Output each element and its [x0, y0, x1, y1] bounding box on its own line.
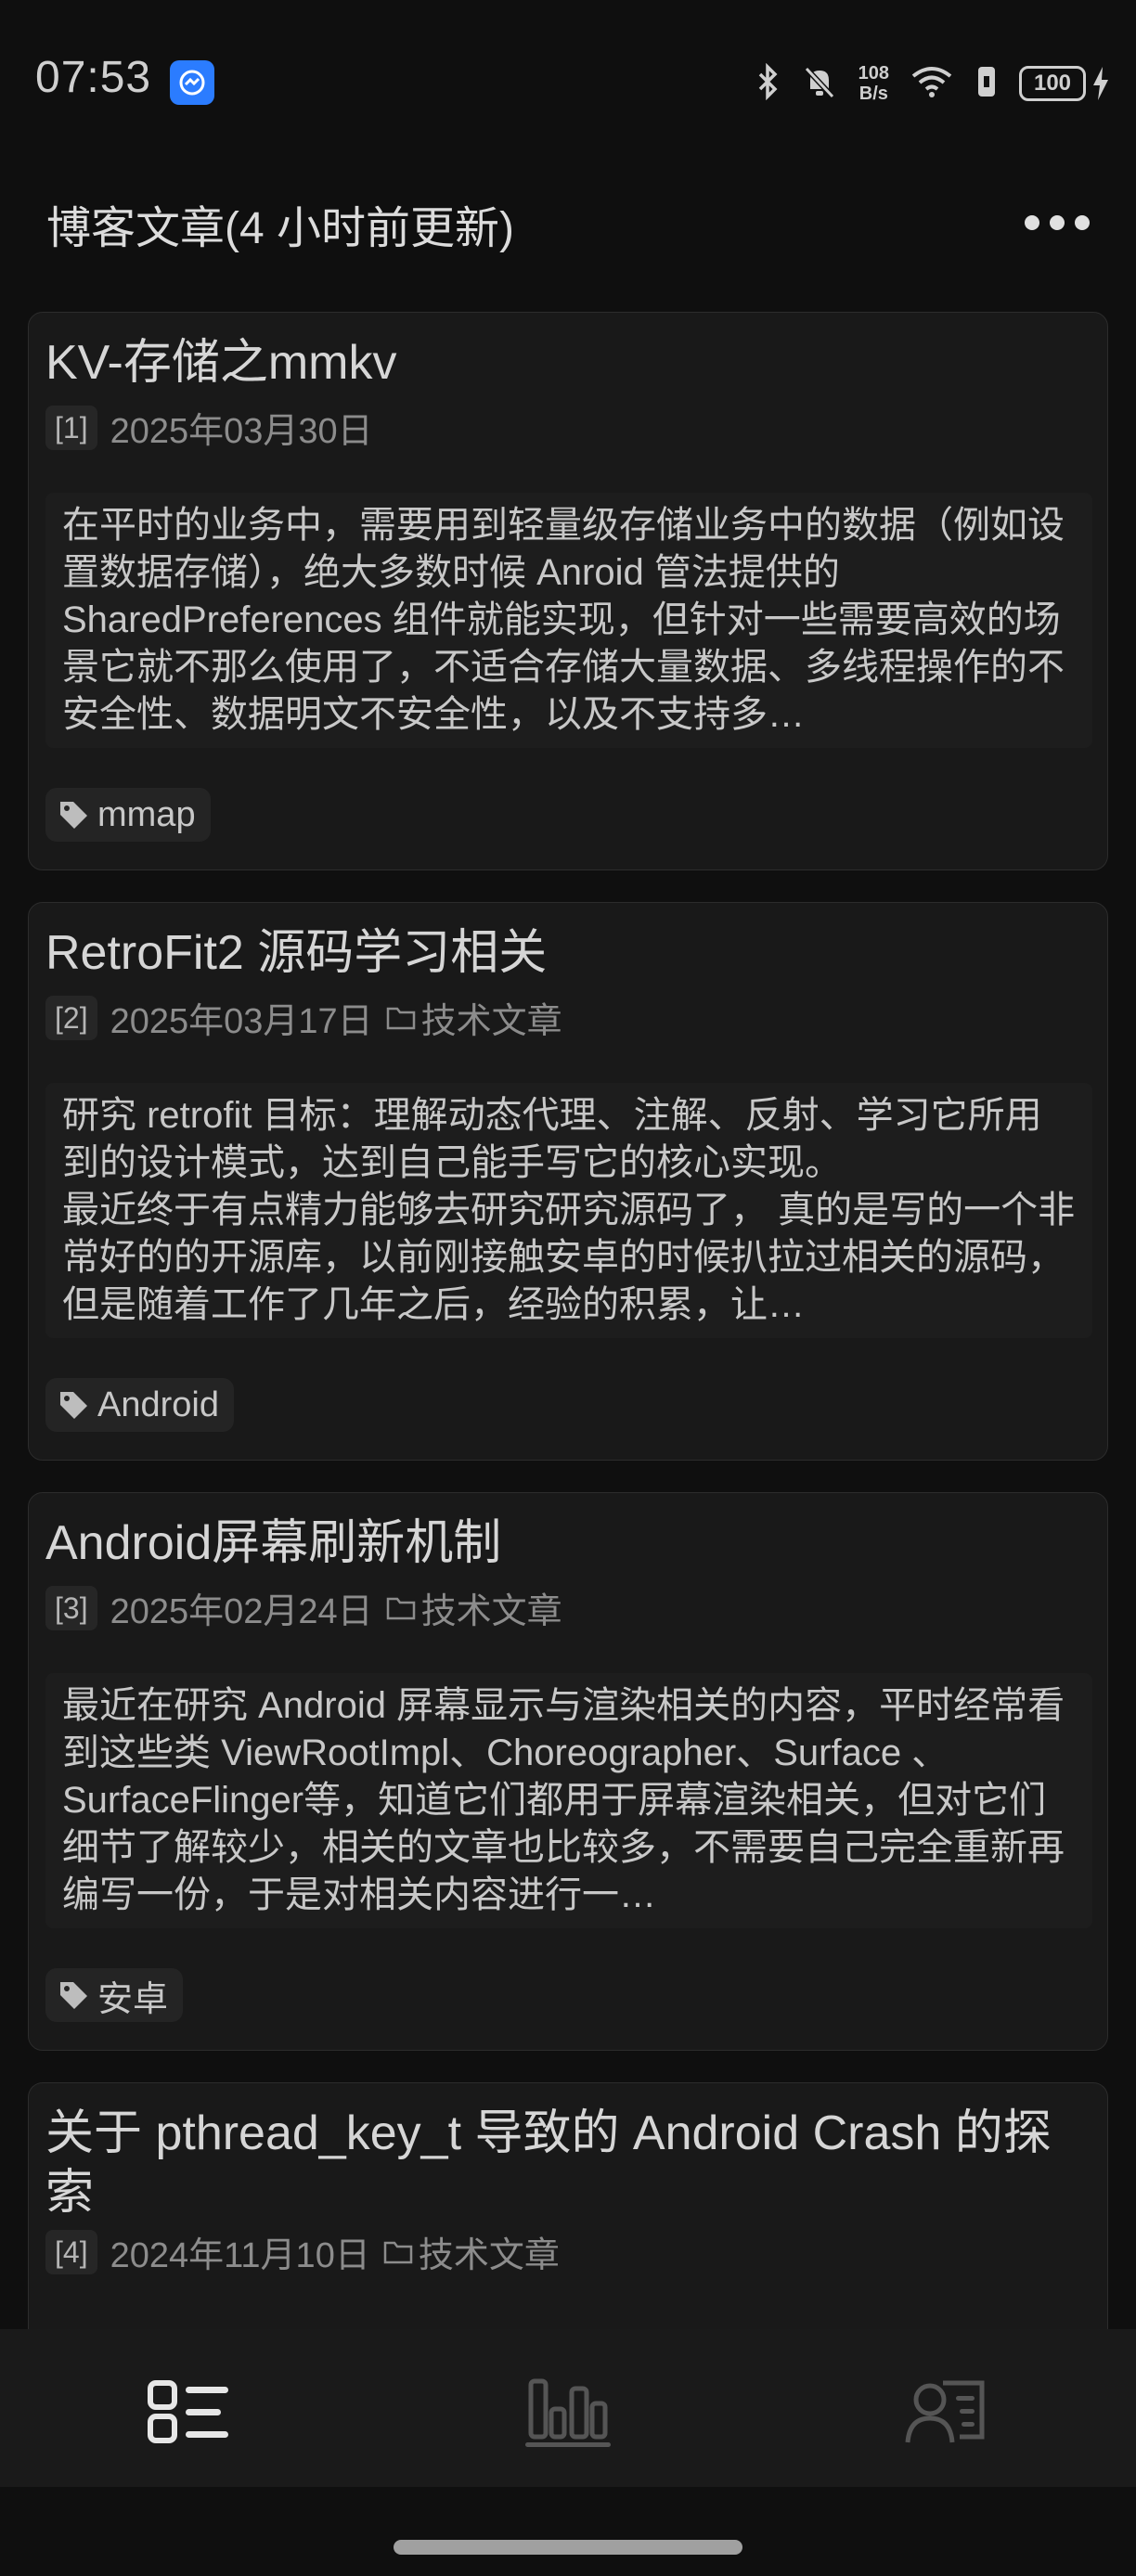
- post-title: 关于 pthread_key_t 导致的 Android Crash 的探索: [45, 2106, 1052, 2220]
- post-card[interactable]: RetroFit2 源码学习相关 [2] 2025年03月17日 技术文章 研究…: [28, 902, 1108, 1461]
- home-indicator[interactable]: [394, 2540, 742, 2555]
- more-options-button[interactable]: [1025, 204, 1090, 241]
- post-meta: [4] 2024年11月10日 技术文章: [45, 2226, 560, 2277]
- tag-chip[interactable]: mmap: [45, 788, 211, 842]
- gesture-area: [0, 2487, 1136, 2576]
- post-category-label: 技术文章: [420, 1002, 562, 1041]
- profile-icon: [905, 2380, 985, 2443]
- post-title: KV-存储之mmkv: [45, 336, 397, 390]
- more-dot-icon: [1025, 215, 1039, 230]
- post-category: 技术文章: [386, 992, 562, 1043]
- app-header: 博客文章(4 小时前更新): [0, 176, 1136, 269]
- post-category-label: 技术文章: [420, 1592, 562, 1631]
- bar-chart-icon: [525, 2378, 611, 2447]
- tag-label: Android: [97, 1385, 219, 1424]
- page-title: 博客文章(4 小时前更新): [46, 204, 515, 253]
- post-category-label: 技术文章: [418, 2236, 560, 2275]
- bluetooth-icon: [756, 62, 781, 105]
- more-dot-icon: [1050, 215, 1065, 230]
- bottom-navigation: [0, 2329, 1136, 2487]
- charging-icon: [1093, 67, 1108, 100]
- post-meta: [2] 2025年03月17日 技术文章: [45, 992, 562, 1043]
- post-index: [4]: [45, 2229, 97, 2274]
- network-speed: 108 B/s: [858, 63, 889, 104]
- list-icon: [148, 2380, 228, 2443]
- post-date: 2025年03月17日: [110, 1002, 373, 1041]
- status-icons: 108 B/s 100: [756, 58, 1110, 109]
- tag-label: 安卓: [97, 1979, 169, 2019]
- folder-icon: [386, 1007, 415, 1029]
- tag-chip[interactable]: 安卓: [45, 1968, 184, 2022]
- post-date: 2024年11月10日: [110, 2236, 370, 2275]
- app-notification-icon: [170, 60, 214, 105]
- post-summary: 研究 retrofit 目标：理解动态代理、注解、反射、学习它所用到的设计模式，…: [45, 1083, 1092, 1338]
- tag-label: mmap: [97, 794, 196, 834]
- tag-icon: [60, 1392, 87, 1419]
- vibrate-icon: [975, 63, 999, 105]
- post-date: 2025年02月24日: [110, 1592, 373, 1631]
- tag-icon: [60, 802, 87, 829]
- nav-profile[interactable]: [882, 2366, 1012, 2459]
- post-summary: 最近在研究 Android 屏幕显示与渲染相关的内容，平时经常看到这些类 Vie…: [45, 1673, 1092, 1928]
- post-category: 技术文章: [383, 2226, 560, 2277]
- post-summary: 在平时的业务中，需要用到轻量级存储业务中的数据（例如设置数据存储），绝大多数时候…: [45, 493, 1092, 748]
- post-category: 技术文章: [386, 1582, 562, 1633]
- post-meta: [3] 2025年02月24日 技术文章: [45, 1582, 562, 1633]
- tag-icon: [60, 1982, 87, 2009]
- nav-articles[interactable]: [124, 2366, 254, 2459]
- wifi-icon: [910, 63, 954, 105]
- status-time: 07:53: [35, 53, 152, 102]
- post-title: Android屏幕刷新机制: [45, 1516, 502, 1570]
- tag-chip[interactable]: Android: [45, 1378, 234, 1432]
- folder-icon: [386, 1597, 415, 1619]
- post-date: 2025年03月30日: [110, 412, 373, 451]
- post-title: RetroFit2 源码学习相关: [45, 926, 548, 980]
- post-index: [2]: [45, 995, 97, 1040]
- battery-indicator: 100: [1019, 66, 1110, 101]
- folder-icon: [383, 2241, 413, 2263]
- more-dot-icon: [1075, 215, 1090, 230]
- post-meta: [1] 2025年03月30日: [45, 402, 373, 453]
- post-card[interactable]: Android屏幕刷新机制 [3] 2025年02月24日 技术文章 最近在研究…: [28, 1492, 1108, 2051]
- mute-icon: [801, 63, 838, 105]
- post-index: [3]: [45, 1585, 97, 1630]
- post-card[interactable]: KV-存储之mmkv [1] 2025年03月30日 在平时的业务中，需要用到轻…: [28, 312, 1108, 870]
- post-index: [1]: [45, 405, 97, 450]
- nav-statistics[interactable]: [503, 2366, 633, 2459]
- status-bar: 07:53 108 B/s 100: [0, 0, 1136, 167]
